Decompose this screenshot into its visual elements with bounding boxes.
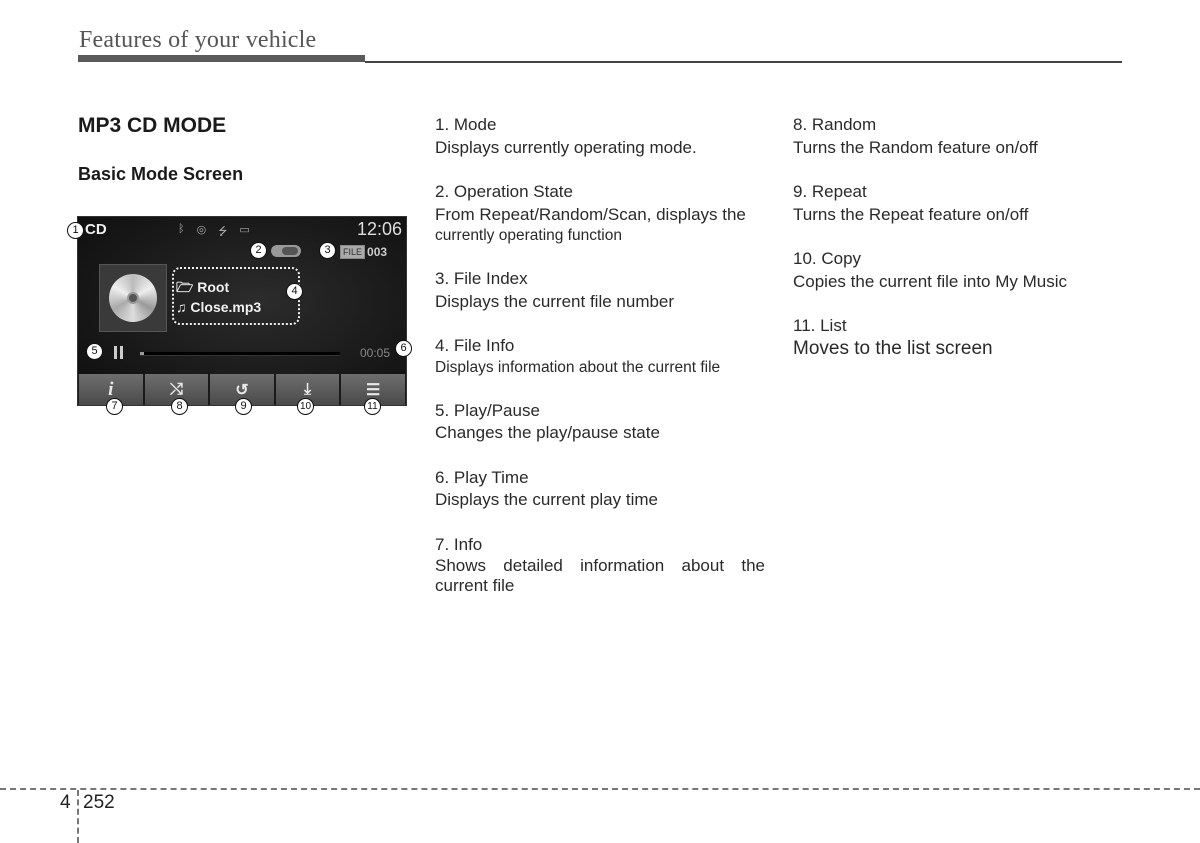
item-title: 1. Mode: [435, 115, 497, 134]
callout-5: 5: [86, 343, 103, 360]
item-file-info: 4. File Info Displays information about …: [435, 335, 765, 378]
item-desc: From Repeat/Random/Scan, displays the: [435, 204, 746, 224]
item-desc: Copies the current file into My Music: [793, 271, 1067, 291]
footer-divider: [0, 788, 1200, 790]
folder-name: Root: [197, 279, 230, 295]
cd-disc-icon: [109, 274, 157, 322]
progress-fill: [140, 352, 144, 355]
item-copy: 10. Copy Copies the current file into My…: [793, 248, 1123, 293]
item-desc: Turns the Random feature on/off: [793, 137, 1038, 157]
folder-row: 🗁 Root: [176, 277, 229, 301]
item-desc: Displays the current play time: [435, 490, 658, 509]
status-icons: ᛒ ◎ ⭍ ▭: [178, 223, 250, 242]
file-row: ♫ Close.mp3: [176, 299, 261, 315]
footer-vertical-divider: [77, 790, 79, 843]
item-random: 8. Random Turns the Random feature on/of…: [793, 114, 1123, 159]
item-title: 4. File Info: [435, 336, 515, 355]
callout-7: 7: [106, 398, 123, 415]
item-title: 7. Info: [435, 534, 483, 554]
file-index: FILE 003: [340, 245, 387, 259]
mp3-cd-screen-figure: CD ᛒ ◎ ⭍ ▭ 12:06 FILE 003 🗁 Root ♫ Close…: [77, 216, 407, 406]
aux-icon: ▭: [239, 224, 250, 236]
header-rule-thin: [365, 61, 1122, 63]
section-header-title: Features of your vehicle: [79, 27, 317, 53]
item-title: 6. Play Time: [435, 467, 529, 487]
music-note-icon: ♫: [176, 299, 187, 315]
item-desc: Shows detailed information about the cur…: [435, 556, 765, 595]
item-operation-state: 2. Operation State From Repeat/Random/Sc…: [435, 181, 765, 246]
album-art: [99, 264, 167, 332]
operation-state-icon: [271, 245, 301, 257]
chapter-number: 4: [60, 792, 71, 813]
pause-icon[interactable]: [114, 346, 124, 359]
file-number: 003: [367, 245, 388, 259]
description-column-1: 1. Mode Displays currently operating mod…: [435, 114, 765, 618]
item-desc: Turns the Repeat feature on/off: [793, 204, 1029, 224]
item-desc-cont: currently operating function: [435, 227, 622, 244]
item-desc: Displays information about the current f…: [435, 358, 721, 376]
item-title: 10. Copy: [793, 249, 862, 268]
callout-1: 1: [67, 222, 84, 239]
item-list: 11. List Moves to the list screen: [793, 315, 1123, 360]
callout-9: 9: [235, 398, 252, 415]
callout-10: 10: [297, 398, 314, 415]
item-title: 11. List: [793, 316, 847, 335]
item-title: 3. File Index: [435, 269, 528, 288]
clock: 12:06: [356, 219, 402, 239]
progress-bar[interactable]: [140, 352, 340, 356]
bluetooth-icon: ᛒ: [178, 223, 185, 235]
page-heading: MP3 CD MODE: [78, 114, 227, 137]
shuffle-icon: ⤭: [169, 380, 183, 398]
callout-6: 6: [395, 340, 412, 357]
header-rule-thick: [78, 55, 365, 62]
sub-heading: Basic Mode Screen: [78, 164, 244, 184]
item-info: 7. Info Shows detailed information about…: [435, 534, 765, 597]
item-title: 8. Random: [793, 115, 877, 134]
item-play-pause: 5. Play/Pause Changes the play/pause sta…: [435, 400, 765, 445]
item-repeat: 9. Repeat Turns the Repeat feature on/of…: [793, 181, 1123, 226]
item-title: 5. Play/Pause: [435, 400, 540, 420]
item-mode: 1. Mode Displays currently operating mod…: [435, 114, 765, 159]
callout-8: 8: [171, 398, 188, 415]
callout-11: 11: [364, 398, 381, 415]
callout-4: 4: [286, 283, 303, 300]
item-desc: Displays currently operating mode.: [435, 137, 697, 157]
item-desc: Moves to the list screen: [793, 337, 993, 359]
item-file-index: 3. File Index Displays the current file …: [435, 268, 765, 313]
repeat-icon: ↺: [235, 381, 249, 399]
item-play-time: 6. Play Time Displays the current play t…: [435, 467, 765, 512]
mode-label: CD: [85, 221, 107, 238]
description-column-2: 8. Random Turns the Random feature on/of…: [793, 114, 1123, 382]
callout-2: 2: [250, 242, 267, 259]
file-name: Close.mp3: [190, 299, 262, 315]
usb-icon: ⭍: [218, 226, 228, 238]
item-desc: Changes the play/pause state: [435, 423, 660, 442]
list-icon: ☰: [366, 381, 381, 399]
page-number: 252: [83, 792, 115, 813]
folder-icon: 🗁: [176, 279, 194, 295]
file-label: FILE: [340, 245, 366, 259]
item-desc: Displays the current file number: [435, 291, 675, 311]
disc-icon: ◎: [196, 224, 207, 236]
callout-3: 3: [319, 242, 336, 259]
play-time: 00:05: [359, 346, 390, 360]
copy-icon: ⤓: [304, 380, 312, 398]
item-title: 9. Repeat: [793, 182, 867, 201]
item-title: 2. Operation State: [435, 182, 573, 201]
